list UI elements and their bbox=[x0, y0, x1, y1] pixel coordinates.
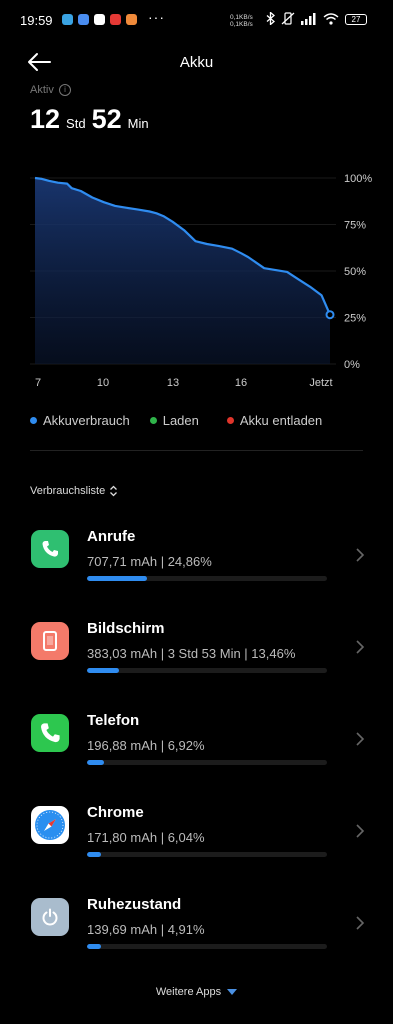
chevron-right-icon bbox=[356, 640, 365, 654]
status-time: 19:59 bbox=[20, 13, 53, 28]
network-speed: 0,1KB/s 0,1KB/s bbox=[230, 14, 253, 28]
usage-bar bbox=[87, 944, 327, 949]
sort-selector[interactable]: Verbrauchsliste bbox=[30, 485, 118, 497]
legend-label: Akku entladen bbox=[239, 413, 323, 428]
telegram-icon bbox=[62, 14, 73, 25]
phone-icon bbox=[31, 530, 69, 568]
chevron-right-icon bbox=[356, 548, 365, 562]
divider bbox=[30, 450, 363, 451]
chevron-right-icon bbox=[356, 916, 365, 930]
expand-triangle-icon bbox=[227, 989, 238, 996]
list-item[interactable]: Bildschirm 383,03 mAh | 3 Std 53 Min | 13… bbox=[0, 612, 393, 692]
usage-bar-fill bbox=[87, 668, 120, 673]
usage-bar-fill bbox=[87, 760, 104, 765]
app-usage-detail: 139,69 mAh | 4,91% bbox=[87, 922, 205, 937]
compass-icon bbox=[31, 806, 69, 844]
app-name: Telefon bbox=[87, 712, 140, 729]
list-item[interactable]: Ruhezustand 139,69 mAh | 4,91% bbox=[0, 888, 393, 968]
legend-item: Akkuverbrauch bbox=[30, 413, 130, 428]
usage-bar bbox=[87, 852, 327, 857]
app-usage-detail: 383,03 mAh | 3 Std 53 Min | 13,46% bbox=[87, 646, 296, 661]
chart-y-tick-label: 25% bbox=[344, 313, 366, 325]
legend-item: Akku entladen bbox=[226, 413, 323, 428]
download-speed: 0,1KB/s bbox=[230, 21, 253, 28]
chart-legend: Akkuverbrauch Laden Akku entladen bbox=[30, 413, 342, 428]
hours-value: 12 bbox=[30, 104, 61, 134]
power-icon bbox=[31, 898, 69, 936]
hours-unit: Std bbox=[66, 116, 86, 131]
active-label: Aktiv bbox=[30, 84, 54, 96]
chart-y-tick-label: 0% bbox=[344, 359, 360, 371]
chart-y-tick-label: 50% bbox=[344, 266, 366, 278]
system-icons bbox=[266, 12, 339, 25]
app-name: Anrufe bbox=[87, 528, 136, 545]
usage-bar bbox=[87, 760, 327, 765]
phone-app-icon bbox=[31, 714, 69, 752]
battery-indicator: 27 bbox=[345, 14, 367, 25]
minutes-unit: Min bbox=[127, 116, 149, 131]
legend-item: Laden bbox=[149, 413, 199, 428]
chart-x-tick-label: Jetzt bbox=[309, 377, 332, 389]
chart-y-tick-label: 100% bbox=[344, 173, 372, 185]
minutes-value: 52 bbox=[91, 104, 122, 134]
usage-bar-fill bbox=[87, 852, 102, 857]
usage-bar-fill bbox=[87, 576, 147, 581]
chart-y-tick-label: 75% bbox=[344, 220, 366, 232]
app-name: Ruhezustand bbox=[87, 896, 182, 913]
list-item[interactable]: Chrome 171,80 mAh | 6,04% bbox=[0, 796, 393, 876]
legend-label: Akkuverbrauch bbox=[43, 413, 130, 428]
sort-toggle-icon bbox=[110, 485, 118, 497]
usage-bar bbox=[87, 576, 327, 581]
chart-x-tick-label: 10 bbox=[97, 377, 109, 389]
sort-label: Verbrauchsliste bbox=[30, 485, 106, 497]
legend-dot bbox=[30, 417, 37, 424]
vibrate-icon bbox=[281, 12, 295, 25]
wifi-icon bbox=[323, 12, 339, 25]
app-name: Bildschirm bbox=[87, 620, 165, 637]
bluetooth-icon bbox=[266, 12, 275, 25]
chart-current-point bbox=[325, 310, 335, 320]
app-notification-icon bbox=[126, 14, 137, 25]
notification-icons bbox=[62, 14, 137, 25]
google-icon bbox=[94, 14, 105, 25]
chart-x-tick-label: 16 bbox=[235, 377, 247, 389]
status-bar: 19:59 ··· 0,1KB/s 0,1KB/s 27 bbox=[0, 0, 393, 44]
more-apps-button[interactable]: Weitere Apps bbox=[0, 986, 393, 998]
screen-icon bbox=[31, 622, 69, 660]
legend-dot bbox=[226, 417, 234, 424]
more-notifications-icon: ··· bbox=[148, 9, 165, 25]
active-duration: 12 Std 52 Min bbox=[30, 104, 155, 135]
chart-x-tick-label: 7 bbox=[35, 377, 41, 389]
legend-label: Laden bbox=[162, 413, 199, 428]
info-icon[interactable]: i bbox=[59, 84, 71, 96]
app-usage-detail: 707,71 mAh | 24,86% bbox=[87, 554, 212, 569]
youtube-icon bbox=[110, 14, 121, 25]
chart-x-tick-label: 13 bbox=[167, 377, 179, 389]
usage-bar bbox=[87, 668, 327, 673]
list-item[interactable]: Telefon 196,88 mAh | 6,92% bbox=[0, 704, 393, 784]
more-apps-label: Weitere Apps bbox=[155, 986, 222, 998]
usage-bar-fill bbox=[87, 944, 102, 949]
list-item[interactable]: Anrufe 707,71 mAh | 24,86% bbox=[0, 520, 393, 600]
app-name: Chrome bbox=[87, 804, 144, 821]
page-title: Akku bbox=[179, 54, 214, 71]
app-usage-detail: 171,80 mAh | 6,04% bbox=[87, 830, 205, 845]
chevron-right-icon bbox=[356, 824, 365, 838]
upload-speed: 0,1KB/s bbox=[230, 14, 253, 21]
legend-dot bbox=[149, 417, 157, 424]
mail-icon bbox=[78, 14, 89, 25]
battery-chart: 100% 75% 50% 25% 0% 7 10 13 16 Jetzt bbox=[30, 173, 372, 389]
app-usage-detail: 196,88 mAh | 6,92% bbox=[87, 738, 205, 753]
chevron-right-icon bbox=[356, 732, 365, 746]
signal-icon bbox=[301, 12, 316, 25]
